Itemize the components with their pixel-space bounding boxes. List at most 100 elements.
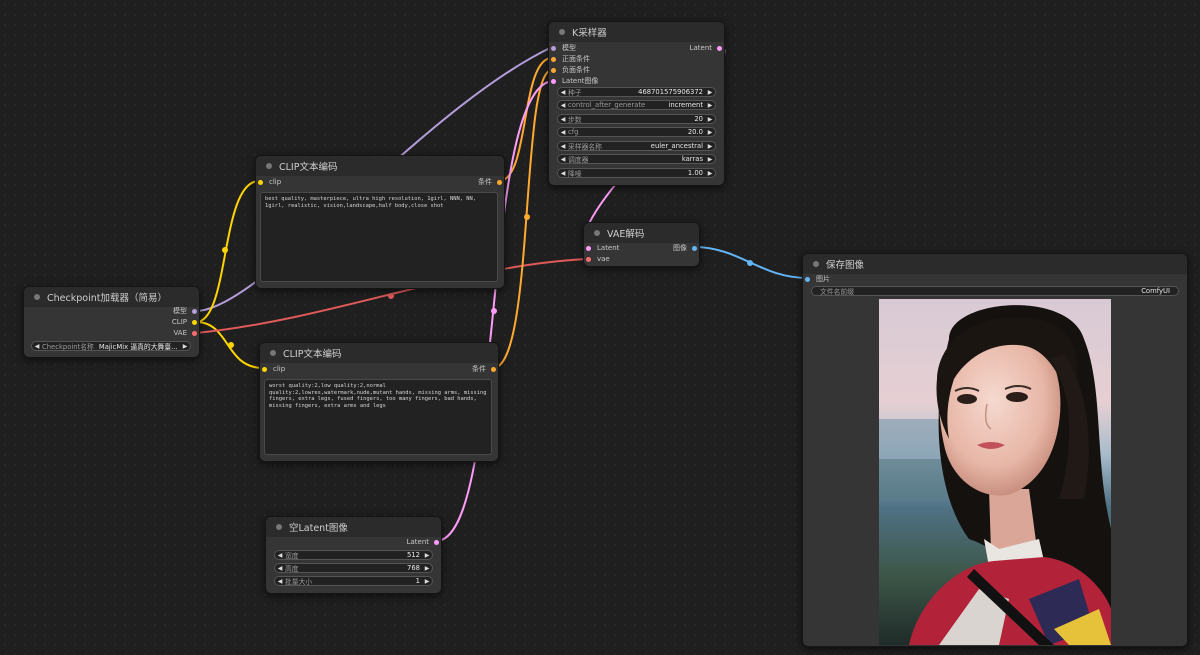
decrement-arrow-icon[interactable]: ◀ — [558, 143, 568, 150]
widget-scheduler[interactable]: ◀ 调度器 karras ▶ — [557, 154, 716, 164]
socket-icon[interactable] — [586, 257, 591, 262]
prompt-textarea[interactable]: worst quality:2,low quality:2,normal qua… — [264, 379, 492, 455]
collapse-dot-icon[interactable] — [34, 294, 40, 300]
ksampler-node[interactable]: K采样器 模型 正面条件 负面条件 Latent图像 Latent ◀ 种子 468… — [548, 21, 725, 186]
node-title-text: VAE解码 — [607, 229, 645, 240]
widget-denoise[interactable]: ◀ 降噪 1.00 ▶ — [557, 168, 716, 178]
input-images[interactable]: 图片 — [805, 274, 830, 285]
input-clip[interactable]: clip — [258, 177, 281, 188]
generated-image-preview[interactable] — [879, 299, 1111, 645]
decrement-arrow-icon[interactable]: ◀ — [558, 89, 568, 96]
link-cond-pos — [498, 57, 553, 182]
output-latent[interactable]: Latent — [407, 537, 439, 548]
increment-arrow-icon[interactable]: ▶ — [180, 343, 190, 350]
decrement-arrow-icon[interactable]: ◀ — [558, 156, 568, 163]
socket-icon[interactable] — [551, 57, 556, 62]
output-model[interactable]: 模型 — [173, 306, 197, 317]
socket-icon[interactable] — [258, 180, 263, 185]
widget-filename-prefix[interactable]: 文件名前缀 ComfyUI — [811, 286, 1179, 296]
node-title[interactable]: 保存图像 — [803, 254, 1187, 274]
widget-height[interactable]: ◀ 高度 768 ▶ — [274, 563, 433, 573]
collapse-dot-icon[interactable] — [266, 163, 272, 169]
input-clip[interactable]: clip — [262, 364, 285, 375]
decrement-arrow-icon[interactable]: ◀ — [558, 116, 568, 123]
collapse-dot-icon[interactable] — [276, 524, 282, 530]
checkpoint-loader-node[interactable]: Checkpoint加载器（简易） 模型 CLIP VAE ◀ Checkpoin… — [23, 286, 200, 358]
clip-text-encode-negative-node[interactable]: CLIP文本编码 clip 条件 worst quality:2,low qua… — [259, 342, 499, 462]
save-image-node[interactable]: 保存图像 图片 文件名前缀 ComfyUI — [802, 253, 1188, 647]
decrement-arrow-icon[interactable]: ◀ — [558, 170, 568, 177]
socket-icon[interactable] — [805, 277, 810, 282]
node-title-text: 空Latent图像 — [289, 523, 348, 534]
increment-arrow-icon[interactable]: ▶ — [422, 552, 432, 559]
increment-arrow-icon[interactable]: ▶ — [705, 89, 715, 96]
collapse-dot-icon[interactable] — [813, 261, 819, 267]
socket-icon[interactable] — [192, 320, 197, 325]
collapse-dot-icon[interactable] — [559, 29, 565, 35]
decrement-arrow-icon[interactable]: ◀ — [558, 129, 568, 136]
socket-icon[interactable] — [717, 46, 722, 51]
link-image — [693, 246, 809, 279]
socket-icon[interactable] — [551, 46, 556, 51]
widget-cfg[interactable]: ◀ cfg 20.0 ▶ — [557, 127, 716, 137]
increment-arrow-icon[interactable]: ▶ — [422, 578, 432, 585]
increment-arrow-icon[interactable]: ▶ — [705, 170, 715, 177]
widget-sampler-name[interactable]: ◀ 采样器名称 euler_ancestral ▶ — [557, 141, 716, 151]
input-positive[interactable]: 正面条件 — [551, 54, 590, 65]
output-latent[interactable]: Latent — [690, 43, 722, 54]
node-title[interactable]: K采样器 — [549, 22, 724, 42]
input-vae[interactable]: vae — [586, 254, 610, 265]
decrement-arrow-icon[interactable]: ◀ — [275, 552, 285, 559]
increment-arrow-icon[interactable]: ▶ — [705, 156, 715, 163]
socket-icon[interactable] — [192, 331, 197, 336]
socket-icon[interactable] — [692, 246, 697, 251]
node-title[interactable]: CLIP文本编码 — [256, 156, 504, 176]
portrait-illustration — [879, 299, 1111, 645]
clip-text-encode-positive-node[interactable]: CLIP文本编码 clip 条件 best quality, masterpie… — [255, 155, 505, 289]
node-title-text: K采样器 — [572, 28, 607, 39]
node-title[interactable]: 空Latent图像 — [266, 517, 441, 537]
socket-icon[interactable] — [262, 367, 267, 372]
decrement-arrow-icon[interactable]: ◀ — [275, 578, 285, 585]
node-title[interactable]: VAE解码 — [584, 223, 699, 243]
widget-width[interactable]: ◀ 宽度 512 ▶ — [274, 550, 433, 560]
decrement-arrow-icon[interactable]: ◀ — [32, 343, 42, 350]
widget-control-after-generate[interactable]: ◀ control_after_generate increment ▶ — [557, 100, 716, 110]
empty-latent-image-node[interactable]: 空Latent图像 Latent ◀ 宽度 512 ▶ ◀ 高度 768 ▶ ◀ 批量大小 1 ▶ — [265, 516, 442, 594]
increment-arrow-icon[interactable]: ▶ — [422, 565, 432, 572]
increment-arrow-icon[interactable]: ▶ — [705, 129, 715, 136]
socket-icon[interactable] — [192, 309, 197, 314]
decrement-arrow-icon[interactable]: ◀ — [275, 565, 285, 572]
socket-icon[interactable] — [434, 540, 439, 545]
node-title[interactable]: Checkpoint加载器（简易） — [24, 287, 199, 307]
input-latent[interactable]: Latent图像 — [551, 76, 598, 87]
collapse-dot-icon[interactable] — [270, 350, 276, 356]
node-title[interactable]: CLIP文本编码 — [260, 343, 498, 363]
collapse-dot-icon[interactable] — [594, 230, 600, 236]
increment-arrow-icon[interactable]: ▶ — [705, 102, 715, 109]
socket-icon[interactable] — [491, 367, 496, 372]
output-conditioning[interactable]: 条件 — [472, 364, 496, 375]
prompt-textarea[interactable]: best quality, masterpiece, ultra high re… — [260, 192, 498, 282]
socket-icon[interactable] — [586, 246, 591, 251]
input-negative[interactable]: 负面条件 — [551, 65, 590, 76]
input-latent[interactable]: Latent — [586, 243, 619, 254]
increment-arrow-icon[interactable]: ▶ — [705, 143, 715, 150]
output-image[interactable]: 图像 — [673, 243, 697, 254]
widget-steps[interactable]: ◀ 步数 20 ▶ — [557, 114, 716, 124]
widget-checkpoint-name[interactable]: ◀ Checkpoint名称 MajicMix 逼真的大舞臺... ▶ — [31, 341, 191, 351]
output-vae[interactable]: VAE — [173, 328, 197, 339]
node-title-text: 保存图像 — [826, 260, 865, 271]
decrement-arrow-icon[interactable]: ◀ — [558, 102, 568, 109]
output-conditioning[interactable]: 条件 — [478, 177, 502, 188]
widget-batch-size[interactable]: ◀ 批量大小 1 ▶ — [274, 576, 433, 586]
socket-icon[interactable] — [551, 68, 556, 73]
increment-arrow-icon[interactable]: ▶ — [705, 116, 715, 123]
input-model[interactable]: 模型 — [551, 43, 576, 54]
socket-icon[interactable] — [497, 180, 502, 185]
socket-icon[interactable] — [551, 79, 556, 84]
output-clip[interactable]: CLIP — [172, 317, 197, 328]
node-title-text: Checkpoint加载器（简易） — [47, 293, 167, 304]
vae-decode-node[interactable]: VAE解码 Latent vae 图像 — [583, 222, 700, 267]
widget-seed[interactable]: ◀ 种子 468701575906372 ▶ — [557, 87, 716, 97]
